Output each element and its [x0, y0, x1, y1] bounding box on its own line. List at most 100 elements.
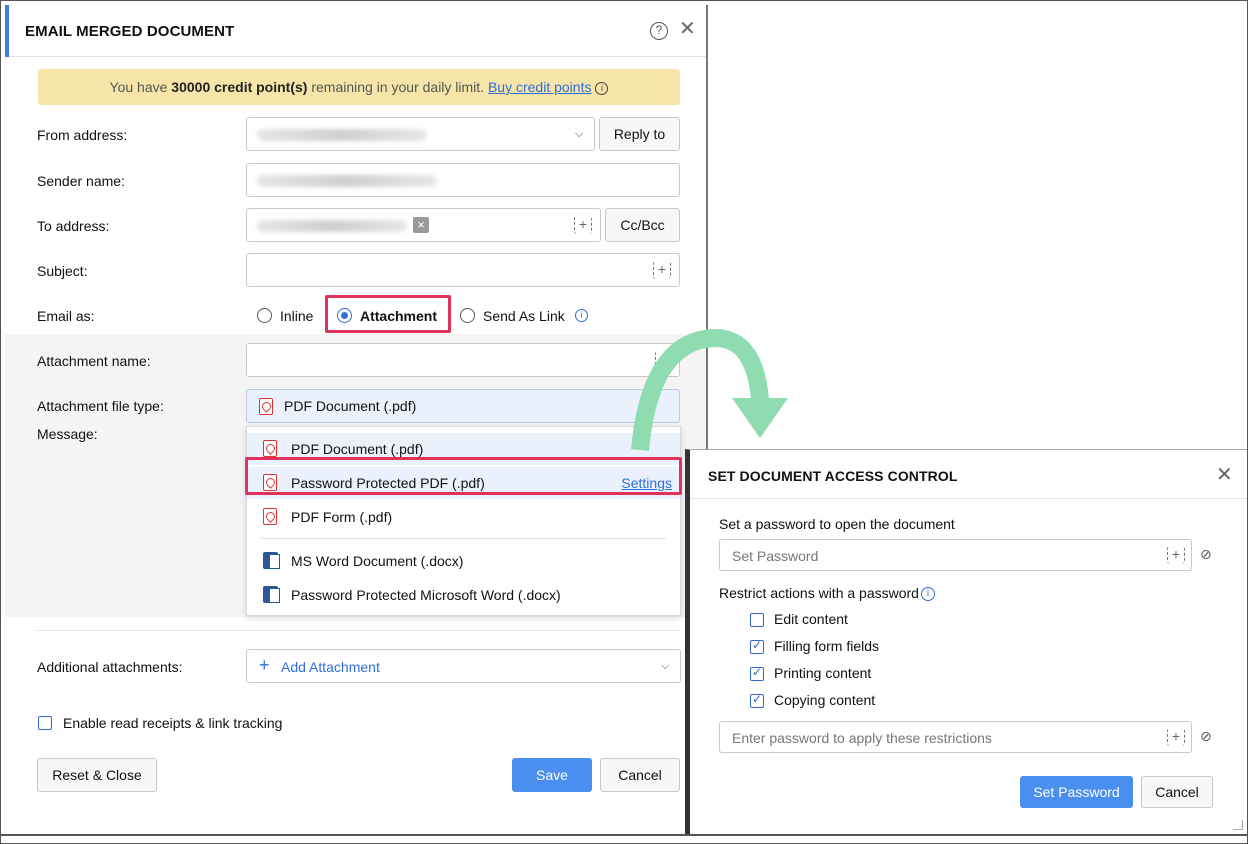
restrict-label-text: Restrict actions with a password	[719, 585, 919, 601]
option-label: PDF Form (.pdf)	[291, 509, 393, 525]
edit-content-label: Edit content	[774, 611, 848, 627]
option-password-protected-word[interactable]: Password Protected Microsoft Word (.docx…	[247, 579, 680, 611]
add-attachment-select[interactable]: + Add Attachment ⌵	[246, 649, 681, 683]
arrow-body	[631, 328, 769, 451]
dialog-title: SET DOCUMENT ACCESS CONTROL	[708, 468, 958, 484]
radio-inline[interactable]	[257, 308, 272, 323]
redacted-chip	[257, 220, 407, 232]
credit-suffix: remaining in your daily limit.	[307, 79, 488, 95]
pdf-icon	[263, 440, 277, 457]
copying-content-label: Copying content	[774, 692, 876, 708]
info-icon[interactable]: i	[595, 81, 609, 95]
printing-content-label: Printing content	[774, 665, 872, 681]
option-label: Password Protected Microsoft Word (.docx…	[291, 587, 561, 603]
radio-send-as-link[interactable]	[460, 308, 475, 323]
restriction-password-input[interactable]: Enter password to apply these restrictio…	[719, 721, 1192, 753]
credit-banner: You have 30000 credit point(s) remaining…	[38, 69, 680, 105]
to-address-input[interactable]: × +	[246, 208, 601, 242]
radio-send-as-link-label: Send As Link	[483, 308, 565, 324]
chevron-down-icon: ⌵	[575, 128, 584, 140]
word-icon	[263, 552, 280, 569]
option-label: MS Word Document (.docx)	[291, 553, 464, 569]
dialog-header: EMAIL MERGED DOCUMENT ? ✕	[5, 5, 706, 57]
copying-content-checkbox[interactable]	[750, 692, 764, 708]
set-document-access-control-dialog: SET DOCUMENT ACCESS CONTROL ✕ Set a pass…	[685, 449, 1247, 834]
dialog-title: EMAIL MERGED DOCUMENT	[25, 23, 235, 40]
to-address-label: To address:	[37, 218, 110, 234]
file-type-label: Attachment file type:	[37, 398, 164, 414]
header-accent-bar	[5, 5, 9, 57]
credit-prefix: You have	[109, 79, 172, 95]
remove-chip-icon[interactable]: ×	[413, 217, 429, 233]
radio-attachment[interactable]	[337, 308, 352, 323]
pdf-icon	[263, 508, 277, 525]
attachment-name-label: Attachment name:	[37, 353, 151, 369]
file-type-dropdown: PDF Document (.pdf) Password Protected P…	[246, 426, 681, 616]
set-password-input[interactable]: Set Password +	[719, 539, 1192, 571]
attachment-name-input[interactable]: +	[246, 343, 680, 377]
help-icon[interactable]: ?	[650, 22, 668, 40]
option-label: PDF Document (.pdf)	[291, 441, 424, 457]
cancel-button[interactable]: Cancel	[1141, 776, 1213, 808]
arrow-head	[732, 398, 788, 438]
info-icon[interactable]: i	[920, 587, 935, 602]
set-password-button[interactable]: Set Password	[1020, 776, 1133, 808]
plus-icon: +	[259, 655, 270, 675]
option-pdf-form[interactable]: PDF Form (.pdf)	[247, 501, 680, 533]
insert-field-icon[interactable]: +	[1167, 728, 1185, 746]
subject-input[interactable]: +	[246, 253, 680, 287]
from-address-label: From address:	[37, 127, 128, 143]
menu-divider	[261, 538, 666, 539]
filling-form-fields-label: Filling form fields	[774, 638, 880, 654]
open-password-label: Set a password to open the document	[719, 516, 955, 532]
read-receipts-checkbox[interactable]	[38, 716, 52, 730]
sender-name-input[interactable]	[246, 163, 680, 197]
placeholder: Enter password to apply these restrictio…	[732, 730, 992, 746]
frame-bottom-edge	[0, 834, 1248, 836]
header-divider	[690, 498, 1247, 499]
info-icon[interactable]: i	[575, 309, 588, 322]
email-as-label: Email as:	[37, 308, 95, 324]
reply-to-button[interactable]: Reply to	[599, 117, 680, 151]
reset-close-button[interactable]: Reset & Close	[37, 758, 157, 792]
file-type-selected: PDF Document (.pdf)	[284, 398, 417, 414]
insert-field-icon[interactable]: +	[653, 261, 671, 279]
resize-grip-icon[interactable]	[1233, 820, 1243, 830]
read-receipts-label: Enable read receipts & link tracking	[63, 715, 283, 731]
cancel-button[interactable]: Cancel	[600, 758, 680, 792]
password-pdf-highlight	[245, 457, 682, 495]
option-ms-word[interactable]: MS Word Document (.docx)	[247, 545, 680, 577]
placeholder: Set Password	[732, 548, 819, 564]
credit-amount: 30000 credit point(s)	[171, 79, 308, 95]
eye-slash-icon[interactable]: ⊘	[1200, 546, 1212, 563]
pdf-icon	[259, 398, 273, 415]
edit-content-checkbox[interactable]	[750, 613, 764, 627]
add-attachment-label: Add Attachment	[281, 659, 380, 675]
eye-slash-icon[interactable]: ⊘	[1200, 728, 1212, 745]
filling-form-fields-checkbox[interactable]	[750, 638, 764, 654]
message-label: Message:	[37, 426, 98, 442]
additional-attachments-label: Additional attachments:	[37, 659, 183, 675]
printing-content-checkbox[interactable]	[750, 665, 764, 681]
insert-field-icon[interactable]: +	[1167, 546, 1185, 564]
close-icon[interactable]: ✕	[1216, 462, 1233, 487]
radio-inline-label: Inline	[280, 308, 314, 324]
divider	[37, 630, 680, 631]
radio-attachment-label: Attachment	[360, 308, 438, 324]
redacted-value	[257, 175, 437, 187]
file-type-select[interactable]: PDF Document (.pdf)	[246, 389, 680, 423]
close-icon[interactable]: ✕	[679, 19, 696, 39]
chevron-down-icon: ⌵	[661, 660, 670, 672]
word-icon	[263, 586, 280, 603]
email-merged-document-dialog: EMAIL MERGED DOCUMENT ? ✕ You have 30000…	[5, 5, 708, 805]
restrict-label: Restrict actions with a password i	[719, 585, 935, 602]
save-button[interactable]: Save	[512, 758, 592, 792]
redacted-value	[257, 129, 427, 141]
buy-credit-link[interactable]: Buy credit points	[488, 79, 592, 95]
sender-name-label: Sender name:	[37, 173, 125, 189]
insert-field-icon[interactable]: +	[574, 216, 592, 234]
subject-label: Subject:	[37, 263, 88, 279]
cc-bcc-button[interactable]: Cc/Bcc	[605, 208, 680, 242]
curved-arrow	[631, 328, 788, 451]
from-address-select[interactable]: ⌵	[246, 117, 595, 151]
